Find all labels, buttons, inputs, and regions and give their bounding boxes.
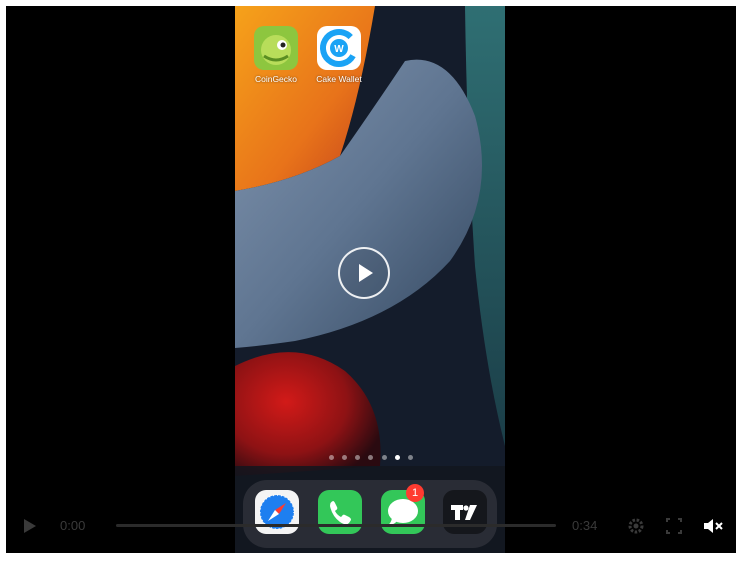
progress-bar[interactable] <box>116 524 556 527</box>
settings-gear-icon <box>628 518 644 534</box>
coingecko-icon <box>254 26 298 70</box>
app-label: Cake Wallet <box>316 74 362 84</box>
page-dot <box>407 454 413 460</box>
tradingview-icon[interactable] <box>443 490 487 534</box>
duration: 0:34 <box>572 518 598 533</box>
mute-icon <box>704 519 723 533</box>
svg-text:W: W <box>334 44 344 55</box>
play-icon <box>359 264 373 282</box>
mute-button[interactable] <box>702 514 724 538</box>
fullscreen-icon <box>666 518 682 534</box>
fullscreen-button[interactable] <box>664 514 684 538</box>
dock <box>243 480 497 548</box>
settings-button[interactable] <box>626 514 646 538</box>
page-dot <box>329 454 334 460</box>
play-pause-button[interactable] <box>20 514 40 538</box>
app-coingecko[interactable]: CoinGecko <box>246 26 306 84</box>
safari-icon[interactable] <box>255 490 299 534</box>
page-dot <box>355 454 361 460</box>
notification-badge: 1 <box>406 484 424 502</box>
video-player[interactable]: CoinGecko W Cake Wallet 1 0:00 0:34 <box>6 6 736 553</box>
app-cake-wallet[interactable]: W Cake Wallet <box>309 26 369 84</box>
current-time: 0:00 <box>60 518 86 533</box>
page-indicator <box>329 453 413 461</box>
page-dot-active <box>394 454 400 460</box>
play-icon <box>24 519 36 533</box>
big-play-button[interactable] <box>338 247 390 299</box>
page-dot <box>381 454 387 460</box>
phone-icon[interactable] <box>318 490 362 534</box>
app-label: CoinGecko <box>254 74 298 84</box>
page-dot <box>368 454 374 460</box>
page-dot <box>342 454 348 460</box>
cake-wallet-icon: W <box>317 26 361 70</box>
